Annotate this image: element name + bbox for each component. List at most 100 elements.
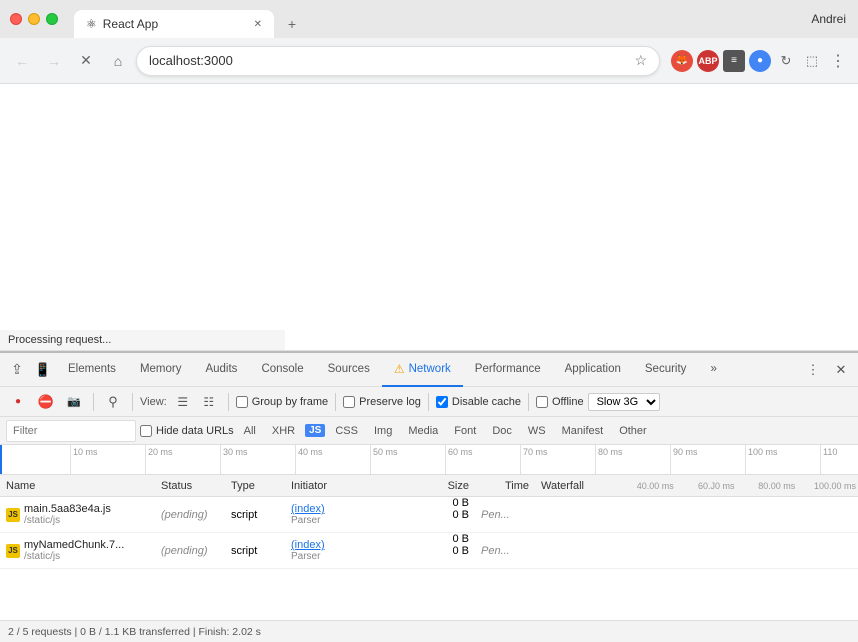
filter-manifest-button[interactable]: Manifest [556, 423, 610, 439]
toolbar-separator-4 [335, 393, 336, 411]
back-button[interactable]: ← [8, 47, 36, 75]
camera-button[interactable]: 📷 [62, 390, 86, 414]
col-header-name[interactable]: Name [0, 480, 155, 492]
network-table: Name Status Type Initiator Size Time Wat… [0, 475, 858, 620]
devtools-tab-bar: ⇪ 📱 Elements Memory Audits Console Sourc… [0, 353, 858, 387]
tab-console[interactable]: Console [249, 353, 315, 387]
devtools-mobile-icon[interactable]: 📱 [30, 357, 56, 383]
active-tab[interactable]: ⚛ React App ✕ [74, 10, 274, 38]
maximize-button[interactable] [46, 13, 58, 25]
throttle-select[interactable]: Slow 3G [588, 393, 660, 411]
filter-doc-button[interactable]: Doc [486, 423, 518, 439]
refresh-icon[interactable]: ↻ [775, 50, 797, 72]
row1-size-bot: 0 B [452, 509, 469, 521]
devtools-more-icon[interactable]: ⋮ [800, 357, 826, 383]
tab-audits[interactable]: Audits [193, 353, 249, 387]
filter-button[interactable]: ⚲ [101, 390, 125, 414]
devtools-close-icon[interactable]: ✕ [828, 357, 854, 383]
timeline-tick-60ms: 60 ms [445, 445, 473, 474]
filter-js-badge[interactable]: JS [305, 424, 325, 437]
tab-favicon: ⚛ [86, 17, 97, 31]
tab-memory[interactable]: Memory [128, 353, 194, 387]
row2-name-group: myNamedChunk.7... /static/js [24, 539, 124, 562]
tab-performance[interactable]: Performance [463, 353, 553, 387]
row2-filename: myNamedChunk.7... [24, 539, 124, 551]
col-header-type[interactable]: Type [225, 480, 285, 492]
filter-css-button[interactable]: CSS [329, 423, 364, 439]
reload-button[interactable]: ✕ [72, 47, 100, 75]
tab-elements[interactable]: Elements [56, 353, 128, 387]
cast-icon[interactable]: ⬚ [801, 50, 823, 72]
status-text: 2 / 5 requests | 0 B / 1.1 KB transferre… [8, 626, 261, 638]
menu-icon[interactable]: ⋮ [827, 50, 849, 72]
new-tab-button[interactable]: + [278, 10, 306, 38]
row2-time: Pen... [475, 533, 535, 568]
row1-initiator-link[interactable]: (index) [291, 503, 325, 515]
group-by-frame-group: Group by frame [236, 396, 328, 408]
network-timeline: 10 ms 20 ms 30 ms 40 ms 50 ms 60 ms 70 m… [0, 445, 858, 475]
forward-button[interactable]: → [40, 47, 68, 75]
group-by-frame-checkbox[interactable] [236, 396, 248, 408]
devtools-pointer-icon[interactable]: ⇪ [4, 357, 30, 383]
filter-other-button[interactable]: Other [613, 423, 653, 439]
tab-more[interactable]: » [698, 353, 728, 387]
clear-button[interactable]: ⛔ [34, 390, 58, 414]
tab-application[interactable]: Application [553, 353, 633, 387]
extension-icon-3[interactable]: ≡ [723, 50, 745, 72]
table-row[interactable]: JS myNamedChunk.7... /static/js (pending… [0, 533, 858, 569]
row2-size: 0 B 0 B [395, 533, 475, 568]
col-header-waterfall[interactable]: Waterfall [535, 480, 615, 492]
hide-data-urls-checkbox[interactable] [140, 425, 152, 437]
filter-xhr-button[interactable]: XHR [266, 423, 301, 439]
address-input[interactable] [149, 53, 634, 68]
extension-icon-1[interactable]: 🦊 [671, 50, 693, 72]
filter-ws-button[interactable]: WS [522, 423, 552, 439]
list-view-button[interactable]: ☰ [171, 390, 195, 414]
filter-font-button[interactable]: Font [448, 423, 482, 439]
filter-all-button[interactable]: All [238, 423, 262, 439]
tab-network[interactable]: ⚠ Network [382, 353, 463, 387]
col-header-size[interactable]: Size [395, 480, 475, 492]
address-bar: ← → ✕ ⌂ ☆ 🦊 ABP ≡ ● ↻ ⬚ ⋮ [0, 38, 858, 84]
row1-status: (pending) [155, 497, 225, 532]
tab-sources[interactable]: Sources [316, 353, 382, 387]
table-row[interactable]: JS main.5aa83e4a.js /static/js (pending)… [0, 497, 858, 533]
toolbar-separator-5 [428, 393, 429, 411]
wt-100ms: 100.00 ms [797, 481, 858, 491]
home-button[interactable]: ⌂ [104, 47, 132, 75]
bookmark-icon[interactable]: ☆ [634, 52, 647, 69]
adblock-icon[interactable]: ABP [697, 50, 719, 72]
row2-initiator-link[interactable]: (index) [291, 539, 325, 551]
col-header-status[interactable]: Status [155, 480, 225, 492]
row1-size: 0 B 0 B [395, 497, 475, 532]
grid-view-button[interactable]: ☷ [197, 390, 221, 414]
minimize-button[interactable] [28, 13, 40, 25]
wt-40ms: 40.00 ms [615, 481, 676, 491]
row2-js-icon: JS [6, 544, 20, 558]
row2-name-cell: JS myNamedChunk.7... /static/js [0, 533, 155, 568]
toolbar-separator-3 [228, 393, 229, 411]
filter-media-button[interactable]: Media [402, 423, 444, 439]
devtools-toolbar: ● ⛔ 📷 ⚲ View: ☰ ☷ Group by frame Preserv… [0, 387, 858, 417]
filter-input[interactable] [6, 420, 136, 442]
timeline-marker [0, 445, 2, 474]
titlebar: ⚛ React App ✕ + Andrei [0, 0, 858, 38]
disable-cache-checkbox[interactable] [436, 396, 448, 408]
tab-security[interactable]: Security [633, 353, 699, 387]
offline-checkbox[interactable] [536, 396, 548, 408]
wt-60ms: 60.J0 ms [676, 481, 737, 491]
row1-initiator-sub: Parser [291, 515, 325, 526]
col-header-time[interactable]: Time [475, 480, 535, 492]
extension-icon-4[interactable]: ● [749, 50, 771, 72]
preserve-log-checkbox[interactable] [343, 396, 355, 408]
devtools-panel-tabs: Elements Memory Audits Console Sources ⚠… [56, 353, 800, 387]
disable-cache-label: Disable cache [452, 396, 521, 408]
col-header-initiator[interactable]: Initiator [285, 480, 395, 492]
row2-status: (pending) [155, 533, 225, 568]
close-button[interactable] [10, 13, 22, 25]
timeline-tick-10ms: 10 ms [70, 445, 98, 474]
tab-close-icon[interactable]: ✕ [254, 19, 262, 30]
filter-img-button[interactable]: Img [368, 423, 398, 439]
address-bar-input-wrap: ☆ [136, 46, 660, 76]
record-button[interactable]: ● [6, 390, 30, 414]
